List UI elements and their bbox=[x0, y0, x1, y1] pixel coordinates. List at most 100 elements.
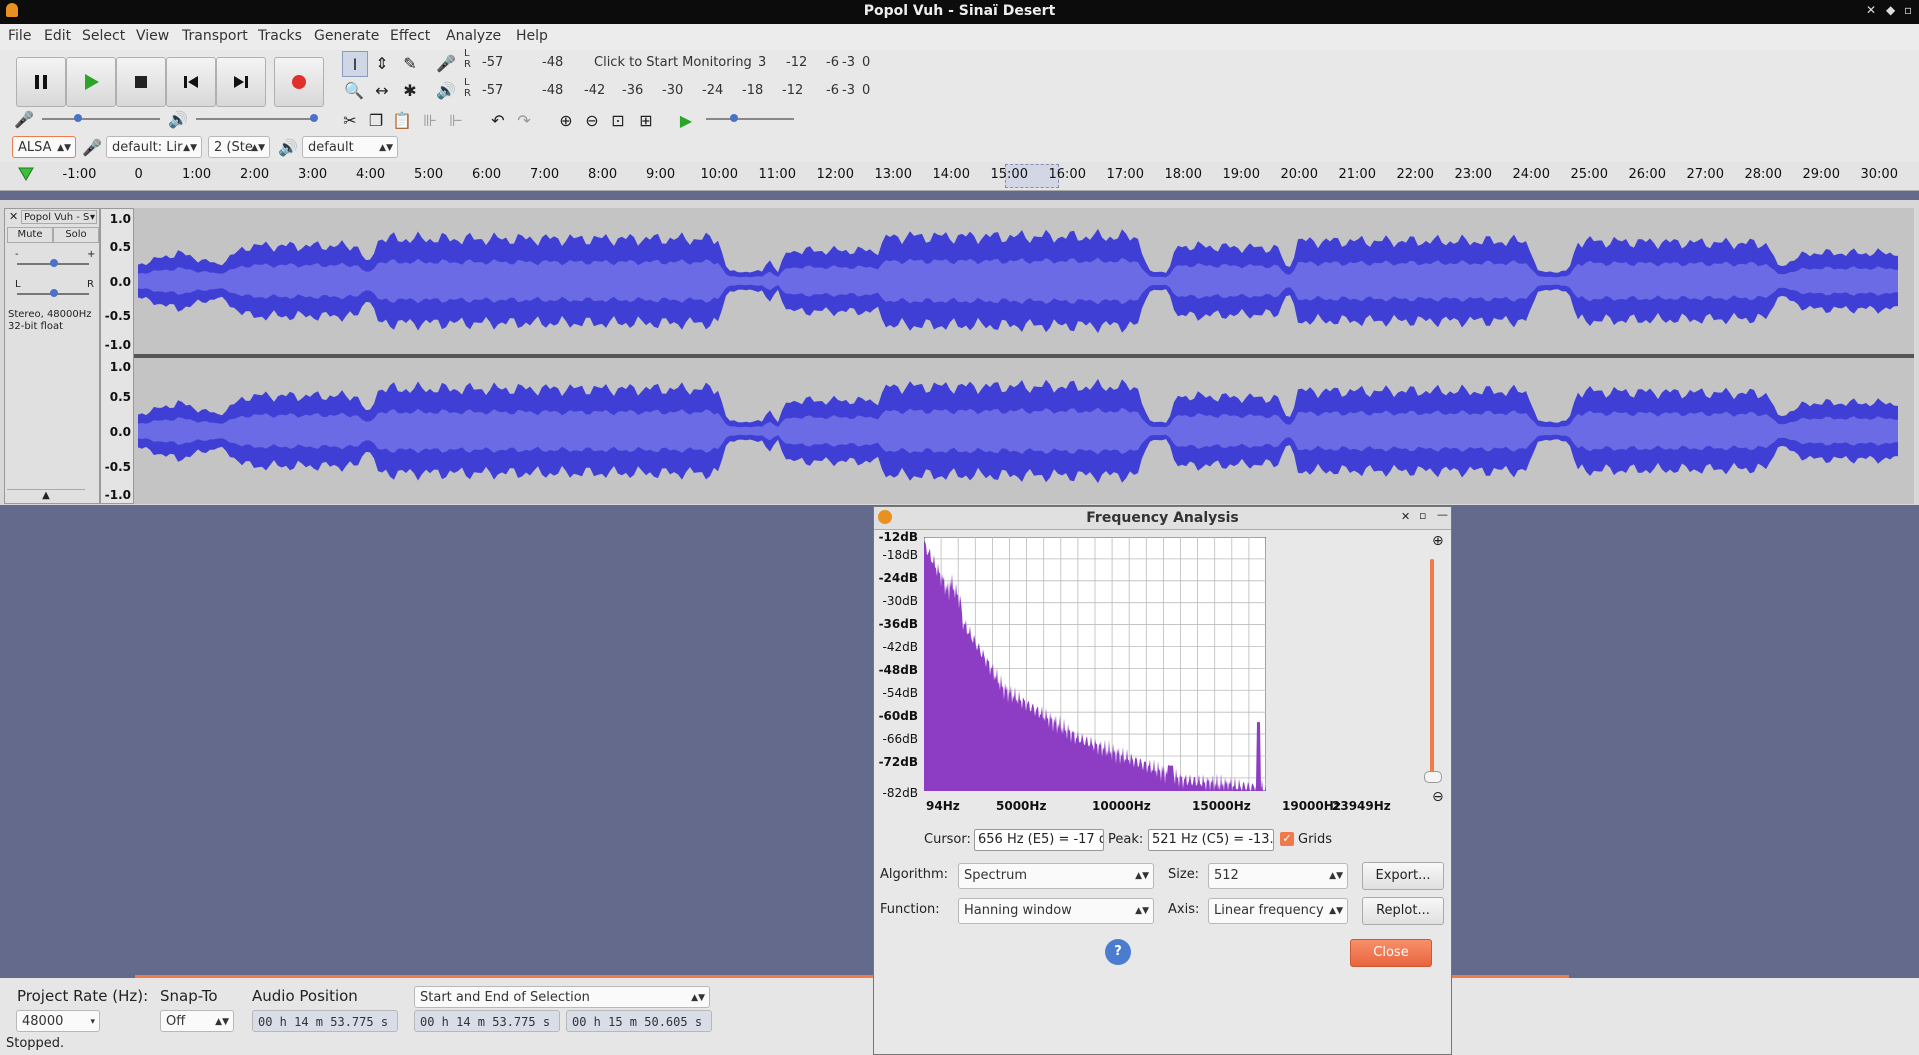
audio-position-label: Audio Position bbox=[252, 987, 358, 1005]
track-name-menu[interactable]: Popol Vuh - S ▾ bbox=[21, 210, 97, 224]
audio-host-select[interactable]: ALSA ▲▼ bbox=[12, 136, 76, 158]
pan-thumb[interactable] bbox=[50, 289, 58, 297]
fit-selection-icon[interactable]: ⊡ bbox=[606, 108, 630, 132]
skip-end-button[interactable] bbox=[216, 57, 266, 107]
record-meter[interactable]: -57 -48 Click to Start Monitoring 3 -12 … bbox=[476, 52, 876, 74]
selection-start-field[interactable]: 00 h 14 m 53.775 s bbox=[414, 1010, 560, 1032]
paste-icon[interactable]: 📋 bbox=[390, 108, 414, 132]
menu-generate[interactable]: Generate bbox=[314, 28, 379, 44]
audio-position-field[interactable]: 00 h 14 m 53.775 s bbox=[252, 1010, 398, 1032]
menu-edit[interactable]: Edit bbox=[44, 28, 71, 44]
silence-icon[interactable]: ⊩ bbox=[444, 108, 468, 132]
play-head-icon[interactable] bbox=[18, 167, 34, 181]
zoom-out-icon[interactable]: ⊖ bbox=[1432, 789, 1444, 805]
collapse-track-icon[interactable]: ▲ bbox=[7, 489, 85, 504]
draw-tool-icon[interactable]: ✎ bbox=[398, 51, 422, 75]
track-control-panel: ✕ Popol Vuh - S ▾ Mute Solo - + L R Stere… bbox=[4, 208, 100, 504]
start-monitoring-label[interactable]: Click to Start Monitoring bbox=[594, 55, 752, 70]
fit-project-icon[interactable]: ⊞ bbox=[634, 108, 658, 132]
multi-tool-icon[interactable]: ✱ bbox=[398, 78, 422, 102]
frequency-tick-label: 5000Hz bbox=[996, 799, 1047, 813]
play-at-speed-icon[interactable]: ▶ bbox=[674, 108, 698, 132]
record-volume-thumb[interactable] bbox=[74, 114, 82, 122]
cursor-field[interactable]: 656 Hz (E5) = -17 dB bbox=[974, 829, 1104, 851]
play-speed-thumb[interactable] bbox=[730, 114, 738, 122]
menu-view[interactable]: View bbox=[136, 28, 169, 44]
play-meter-tick: -12 bbox=[782, 83, 804, 98]
stop-button[interactable] bbox=[116, 57, 166, 107]
menu-analyze[interactable]: Analyze bbox=[446, 28, 501, 44]
selection-end-field[interactable]: 00 h 15 m 50.605 s bbox=[566, 1010, 712, 1032]
close-button[interactable]: Close bbox=[1350, 939, 1432, 967]
menu-transport[interactable]: Transport bbox=[182, 28, 248, 44]
maximize-window-icon[interactable]: ◆ bbox=[1886, 3, 1895, 17]
recording-device-select[interactable]: default: Lir ▲▼ bbox=[106, 136, 202, 158]
pan-left-label: L bbox=[15, 279, 21, 290]
timeline-ruler[interactable]: -1:00 0 1:00 2:00 3:00 4:00 5:00 6:00 7:00 8:00 9:… bbox=[0, 162, 1919, 191]
timeshift-tool-icon[interactable]: ↔ bbox=[370, 78, 394, 102]
channels-value: 2 (Ste bbox=[214, 140, 253, 155]
trim-icon[interactable]: ⊪ bbox=[418, 108, 442, 132]
minimize-window-icon[interactable]: ▫ bbox=[1904, 3, 1912, 17]
menu-effect[interactable]: Effect bbox=[390, 28, 430, 44]
function-select[interactable]: Hanning window ▲▼ bbox=[958, 898, 1154, 924]
playback-volume-slider[interactable] bbox=[196, 118, 314, 120]
zoom-out-icon[interactable]: ⊖ bbox=[580, 108, 604, 132]
track-close-icon[interactable]: ✕ bbox=[9, 210, 18, 223]
record-meter-icon[interactable]: 🎤 bbox=[434, 51, 458, 75]
gain-thumb[interactable] bbox=[50, 259, 58, 267]
menu-help[interactable]: Help bbox=[516, 28, 548, 44]
cut-icon[interactable]: ✂ bbox=[338, 108, 362, 132]
playback-meter[interactable]: -57 -48 -42 -36 -30 -24 -18 -12 -6 -3 0 bbox=[476, 80, 876, 102]
snap-to-select[interactable]: Off ▲▼ bbox=[160, 1010, 234, 1032]
playback-volume-thumb[interactable] bbox=[310, 114, 318, 122]
pause-button[interactable] bbox=[16, 57, 66, 107]
replot-button[interactable]: Replot... bbox=[1362, 897, 1444, 925]
spectrum-plot[interactable] bbox=[924, 537, 1266, 791]
zoom-in-icon[interactable]: ⊕ bbox=[554, 108, 578, 132]
algorithm-select[interactable]: Spectrum ▲▼ bbox=[958, 863, 1154, 889]
redo-icon[interactable]: ↷ bbox=[512, 108, 536, 132]
axis-label: Axis: bbox=[1168, 902, 1200, 917]
size-select[interactable]: 512 ▲▼ bbox=[1208, 863, 1348, 889]
project-rate-select[interactable]: 48000 ▾ bbox=[16, 1010, 100, 1032]
cursor-value: 656 Hz (E5) = -17 dB bbox=[978, 832, 1104, 847]
close-window-icon[interactable]: ✕ bbox=[1866, 3, 1876, 17]
playback-meter-icon[interactable]: 🔊 bbox=[434, 78, 458, 102]
skip-start-button[interactable] bbox=[166, 57, 216, 107]
zoom-in-icon[interactable]: ⊕ bbox=[1432, 533, 1444, 549]
maximize-dialog-icon[interactable]: ▫ bbox=[1419, 509, 1426, 522]
playback-device-select[interactable]: default ▲▼ bbox=[302, 136, 398, 158]
zoom-slider[interactable] bbox=[1430, 559, 1434, 781]
close-dialog-icon[interactable]: ✕ bbox=[1401, 510, 1410, 523]
peak-field[interactable]: 521 Hz (C5) = -13.1 dB bbox=[1148, 829, 1274, 851]
play-speed-slider[interactable] bbox=[706, 118, 794, 120]
envelope-tool-icon[interactable]: ⇕ bbox=[370, 51, 394, 75]
ruler-tick-label: 27:00 bbox=[1686, 167, 1724, 182]
mute-button[interactable]: Mute bbox=[7, 227, 53, 243]
waveform-display[interactable] bbox=[134, 208, 1914, 504]
record-volume-slider[interactable] bbox=[42, 118, 160, 120]
record-button[interactable] bbox=[274, 57, 324, 107]
grids-checkbox[interactable]: ✓ bbox=[1280, 832, 1294, 846]
algorithm-label: Algorithm: bbox=[880, 867, 949, 882]
export-button[interactable]: Export... bbox=[1362, 862, 1444, 890]
selection-tool-icon[interactable]: I bbox=[342, 51, 368, 77]
undo-icon[interactable]: ↶ bbox=[486, 108, 510, 132]
solo-button[interactable]: Solo bbox=[53, 227, 99, 243]
axis-select[interactable]: Linear frequency ▲▼ bbox=[1208, 898, 1348, 924]
channels-select[interactable]: 2 (Ste ▲▼ bbox=[208, 136, 270, 158]
menu-tracks[interactable]: Tracks bbox=[258, 28, 302, 44]
minimize-dialog-icon[interactable]: — bbox=[1437, 508, 1448, 521]
zoom-slider-thumb[interactable] bbox=[1424, 771, 1442, 783]
copy-icon[interactable]: ❐ bbox=[364, 108, 388, 132]
selection-mode-select[interactable]: Start and End of Selection ▲▼ bbox=[414, 986, 710, 1008]
menu-select[interactable]: Select bbox=[82, 28, 125, 44]
track-name: Popol Vuh - S bbox=[24, 212, 90, 223]
menu-file[interactable]: File bbox=[8, 28, 31, 44]
play-meter-tick: -42 bbox=[584, 83, 606, 98]
play-button[interactable] bbox=[66, 57, 116, 107]
recording-device-icon: 🎤 bbox=[82, 137, 102, 157]
zoom-tool-icon[interactable]: 🔍 bbox=[342, 78, 366, 102]
help-button[interactable]: ? bbox=[1105, 939, 1131, 965]
